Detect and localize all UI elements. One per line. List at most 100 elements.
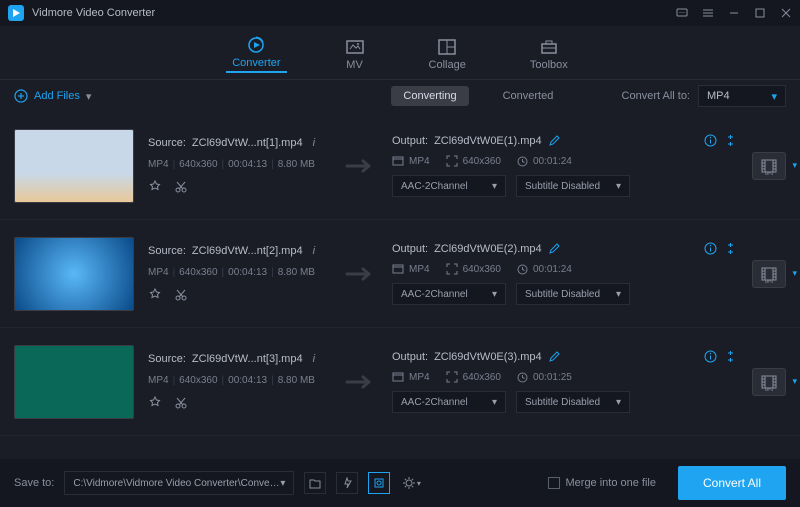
output-format-button[interactable]: MP4 ▾ xyxy=(752,152,786,180)
info-icon[interactable]: i xyxy=(313,245,315,257)
clock-icon xyxy=(517,264,528,275)
chevron-down-icon: ▾ xyxy=(792,376,797,387)
chevron-down-icon: ▾ xyxy=(616,289,621,300)
merge-checkbox[interactable]: Merge into one file xyxy=(548,477,657,489)
source-label: Source: xyxy=(148,245,186,257)
video-thumbnail[interactable] xyxy=(14,129,134,203)
feedback-icon[interactable] xyxy=(676,7,688,19)
subtitle-dropdown[interactable]: Subtitle Disabled▾ xyxy=(516,283,630,305)
tab-converter[interactable]: Converter xyxy=(226,32,286,73)
chevron-down-icon: ▾ xyxy=(492,181,497,192)
source-meta: MP4|640x360|00:04:13|8.80 MB xyxy=(148,267,328,278)
clock-icon xyxy=(517,156,528,167)
tab-mv[interactable]: MV xyxy=(339,34,371,71)
effects-icon[interactable] xyxy=(148,288,162,302)
source-filename: ZCl69dVtW...nt[1].mp4 xyxy=(192,137,303,149)
add-files-button[interactable]: Add Files ▾ xyxy=(14,89,91,103)
info-icon[interactable]: i xyxy=(313,353,315,365)
convert-all-to-label: Convert All to: xyxy=(622,90,690,102)
audio-dropdown[interactable]: AAC-2Channel▾ xyxy=(392,391,506,413)
chevron-down-icon: ▾ xyxy=(86,90,92,103)
subtitle-dropdown[interactable]: Subtitle Disabled▾ xyxy=(516,175,630,197)
plus-icon xyxy=(14,89,28,103)
audio-dropdown[interactable]: AAC-2Channel▾ xyxy=(392,283,506,305)
effects-icon[interactable] xyxy=(148,396,162,410)
subbar: Add Files ▾ Converting Converted Convert… xyxy=(0,80,800,112)
tab-collage[interactable]: Collage xyxy=(423,34,472,71)
source-meta: MP4|640x360|00:04:13|8.80 MB xyxy=(148,159,328,170)
arrow-icon xyxy=(342,372,378,392)
app-logo xyxy=(8,5,24,21)
cut-icon[interactable] xyxy=(174,180,188,194)
compress-icon[interactable] xyxy=(724,350,738,363)
titlebar: Vidmore Video Converter xyxy=(0,0,800,26)
info-circle-icon[interactable] xyxy=(704,350,718,363)
minimize-icon[interactable] xyxy=(728,7,740,19)
cut-icon[interactable] xyxy=(174,396,188,410)
source-filename: ZCl69dVtW...nt[2].mp4 xyxy=(192,245,303,257)
audio-dropdown[interactable]: AAC-2Channel▾ xyxy=(392,175,506,197)
edit-icon[interactable] xyxy=(548,243,560,255)
resolution-icon xyxy=(446,371,458,383)
info-circle-icon[interactable] xyxy=(704,242,718,255)
output-filename: ZCl69dVtW0E(3).mp4 xyxy=(434,351,542,363)
svg-text:MP4: MP4 xyxy=(765,387,774,391)
hw-accel-button[interactable] xyxy=(336,472,358,494)
chevron-down-icon: ▾ xyxy=(492,397,497,408)
checkbox-icon xyxy=(548,477,560,489)
info-circle-icon[interactable] xyxy=(704,134,718,147)
compress-icon[interactable] xyxy=(724,134,738,147)
save-path-dropdown[interactable]: C:\Vidmore\Vidmore Video Converter\Conve… xyxy=(64,471,294,495)
convert-all-button[interactable]: Convert All xyxy=(678,466,786,500)
collage-icon xyxy=(437,38,457,56)
compress-icon[interactable] xyxy=(724,242,738,255)
chevron-down-icon: ▾ xyxy=(771,90,777,103)
arrow-icon xyxy=(342,264,378,284)
effects-icon[interactable] xyxy=(148,180,162,194)
format-icon xyxy=(392,264,404,274)
chevron-down-icon: ▾ xyxy=(792,268,797,279)
resolution-icon xyxy=(446,263,458,275)
main-nav: Converter MV Collage Toolbox xyxy=(0,26,800,80)
source-label: Source: xyxy=(148,137,186,149)
clock-icon xyxy=(517,372,528,383)
file-row: Source: ZCl69dVtW...nt[3].mp4 i MP4|640x… xyxy=(0,328,800,436)
chevron-down-icon: ▾ xyxy=(616,181,621,192)
svg-text:MP4: MP4 xyxy=(765,171,774,175)
output-filename: ZCl69dVtW0E(2).mp4 xyxy=(434,243,542,255)
chevron-down-icon: ▾ xyxy=(492,289,497,300)
add-files-label: Add Files xyxy=(34,90,80,102)
convert-all-format-dropdown[interactable]: MP4 ▾ xyxy=(698,85,786,107)
file-row: Source: ZCl69dVtW...nt[1].mp4 i MP4|640x… xyxy=(0,112,800,220)
save-to-label: Save to: xyxy=(14,477,54,489)
video-thumbnail[interactable] xyxy=(14,345,134,419)
source-meta: MP4|640x360|00:04:13|8.80 MB xyxy=(148,375,328,386)
subtab-converted[interactable]: Converted xyxy=(491,86,566,106)
svg-text:MP4: MP4 xyxy=(765,279,774,283)
app-title: Vidmore Video Converter xyxy=(32,7,676,19)
gpu-button[interactable] xyxy=(368,472,390,494)
edit-icon[interactable] xyxy=(548,351,560,363)
output-format-button[interactable]: MP4 ▾ xyxy=(752,260,786,288)
chevron-down-icon: ▾ xyxy=(792,160,797,171)
cut-icon[interactable] xyxy=(174,288,188,302)
converter-icon xyxy=(246,36,266,54)
open-folder-button[interactable] xyxy=(304,472,326,494)
subtitle-dropdown[interactable]: Subtitle Disabled▾ xyxy=(516,391,630,413)
info-icon[interactable]: i xyxy=(313,137,315,149)
menu-icon[interactable] xyxy=(702,7,714,19)
close-icon[interactable] xyxy=(780,7,792,19)
bottom-bar: Save to: C:\Vidmore\Vidmore Video Conver… xyxy=(0,459,800,507)
video-thumbnail[interactable] xyxy=(14,237,134,311)
subtab-converting[interactable]: Converting xyxy=(391,86,468,106)
file-row: Source: ZCl69dVtW...nt[2].mp4 i MP4|640x… xyxy=(0,220,800,328)
tab-toolbox[interactable]: Toolbox xyxy=(524,34,574,71)
maximize-icon[interactable] xyxy=(754,7,766,19)
settings-button[interactable]: ▾ xyxy=(400,472,422,494)
output-format-button[interactable]: MP4 ▾ xyxy=(752,368,786,396)
source-label: Source: xyxy=(148,353,186,365)
edit-icon[interactable] xyxy=(548,135,560,147)
chevron-down-icon: ▾ xyxy=(280,478,285,489)
toolbox-icon xyxy=(539,38,559,56)
output-filename: ZCl69dVtW0E(1).mp4 xyxy=(434,135,542,147)
